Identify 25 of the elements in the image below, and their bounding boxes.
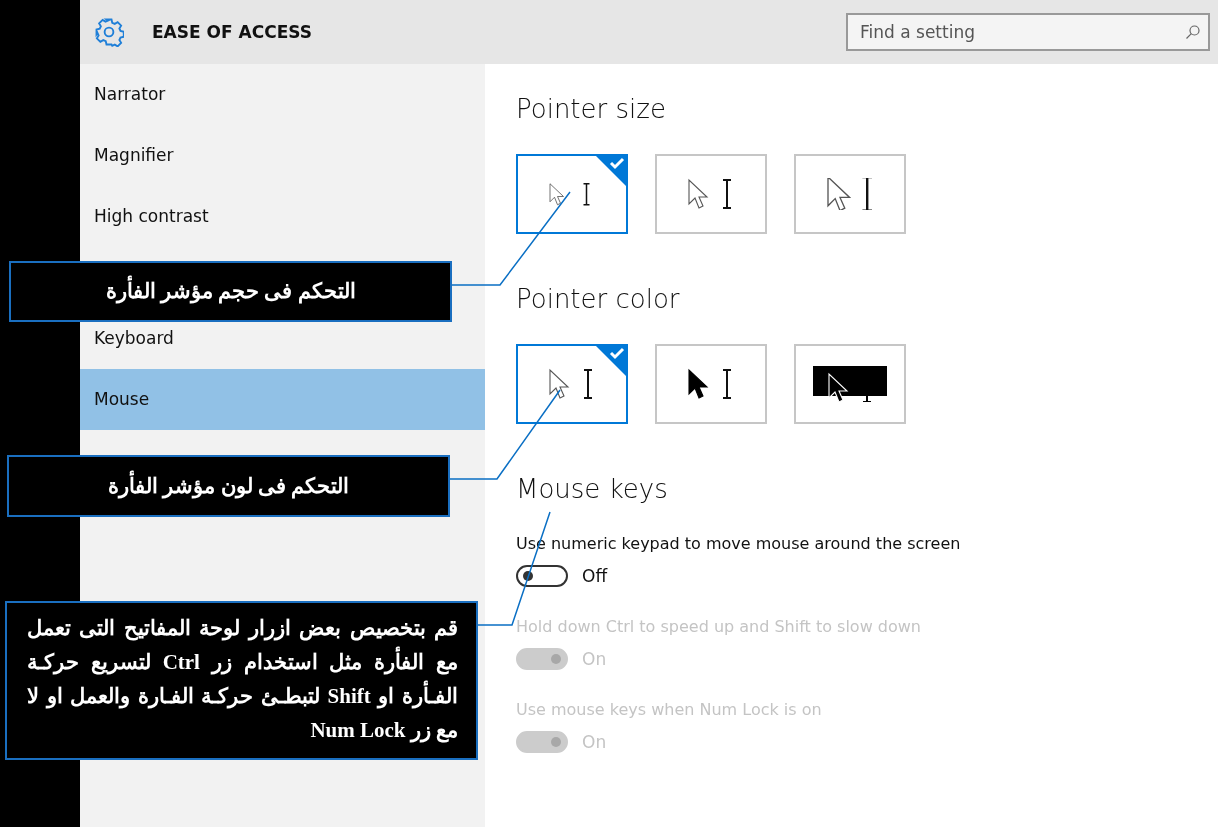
page-title: EASE OF ACCESS [152, 22, 312, 42]
sidebar-item[interactable]: Narrator [80, 64, 485, 125]
section-title: Pointer color [516, 284, 681, 314]
annotation-tooltip: قم بتخصيص بعض ازرار لوحة المفاتيح التى تعمل مع الفأرة مثل استخدام زر Ctrl لتسريع حركـة الفـأرة او Shift لتبطـئ حركـة الفـارة والعمل او لا مع زر Num Lock [5, 601, 478, 760]
sidebar-item[interactable]: High contrast [80, 186, 485, 247]
pointer-drawing [826, 178, 874, 210]
setting-label: Use mouse keys when Num Lock is on [516, 700, 823, 719]
annotation-tooltip: التحكم فى حجم مؤشر الفأرة [9, 261, 452, 322]
section-title: Mouse keys [516, 474, 669, 504]
sidebar-item[interactable]: Mouse [80, 369, 485, 430]
section-title: Pointer size [516, 94, 667, 124]
checkmark-icon [594, 154, 628, 188]
toggle-switch[interactable] [516, 565, 568, 587]
search-field[interactable]: Find a setting [846, 13, 1210, 51]
sidebar-item[interactable]: Magnifier [80, 125, 485, 186]
annotation-tooltip: التحكم فى لون مؤشر الفأرة [7, 455, 450, 517]
toggle-state: Off [582, 566, 608, 586]
pointer-option[interactable] [794, 344, 906, 424]
toggle-state: On [582, 649, 607, 669]
settings-icon [94, 17, 124, 47]
toggle-state: On [582, 732, 607, 752]
pointer-option[interactable] [655, 344, 767, 424]
checkmark-icon [594, 344, 628, 378]
setting-label: Hold down Ctrl to speed up and Shift to slow down [516, 617, 922, 636]
search-icon[interactable] [1185, 24, 1201, 40]
